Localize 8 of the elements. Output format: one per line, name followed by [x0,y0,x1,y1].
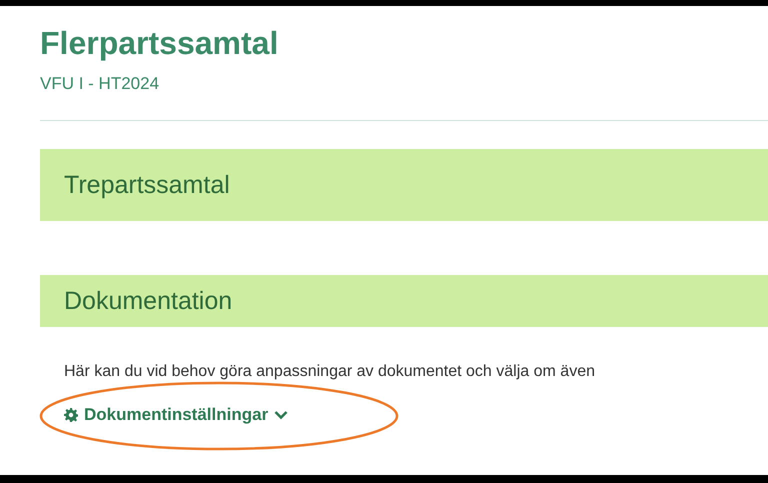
section-heading: Dokumentation [64,286,232,316]
page-title: Flerpartssamtal [40,24,280,62]
settings-icon [64,408,78,422]
section-heading: Trepartssamtal [64,170,230,200]
section-description: Här kan du vid behov göra anpassningar av dokumentet och välja om även [64,363,596,381]
chevron-icon [274,410,288,420]
settings-link[interactable]: Dokumentinställningar [64,405,288,425]
page-subtitle: VFU I - HT2024 [40,74,160,94]
